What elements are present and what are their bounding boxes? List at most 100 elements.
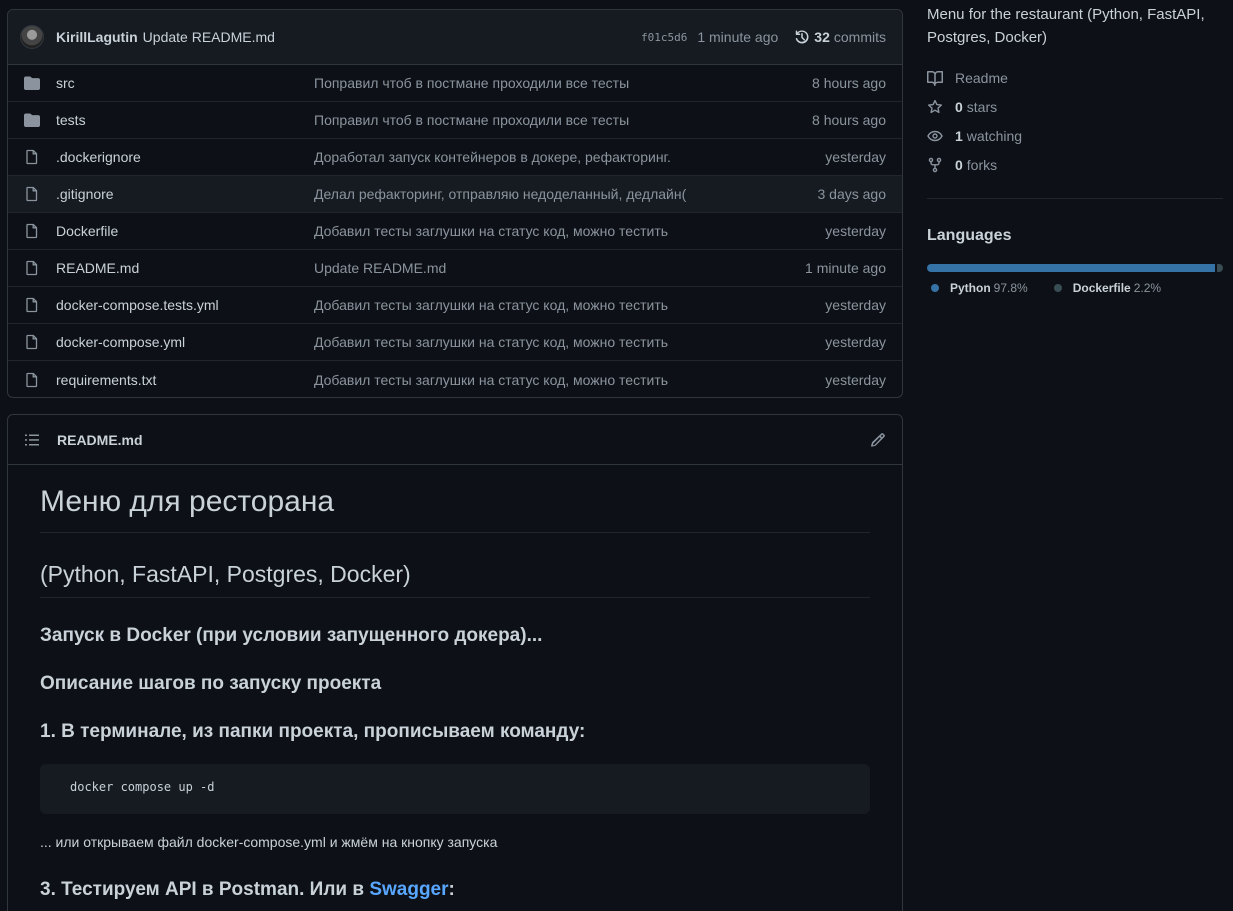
readme-heading-steps: Описание шагов по запуску проекта	[40, 673, 382, 694]
languages-title: Languages	[927, 227, 1012, 244]
readme-heading-step3: 3. Тестируем API в Postman. Или в Swagge…	[40, 878, 870, 902]
commits-history-link[interactable]: 32 commits	[794, 29, 886, 45]
file-row[interactable]: docker-compose.yml Добавил тесты заглушки…	[8, 324, 902, 361]
commit-author[interactable]: KirillLagutin	[56, 29, 138, 45]
language-name: Dockerfile	[1072, 281, 1131, 295]
file-commit-message[interactable]: Добавил тесты заглушки на статус код, мо…	[314, 372, 825, 388]
file-row[interactable]: .gitignore Делал рефакторинг, отправляю н…	[8, 176, 902, 213]
stars-label: stars	[966, 98, 998, 115]
file-name[interactable]: requirements.txt	[56, 372, 314, 388]
file-age: 1 minute ago	[805, 260, 886, 276]
file-row[interactable]: README.md Update README.md 1 minute ago	[8, 250, 902, 287]
language-item[interactable]: Python 97.8%	[927, 281, 1028, 295]
file-browser: KirillLagutin Update README.md f01c5d6 1…	[7, 9, 903, 398]
book-icon	[927, 70, 943, 86]
file-name[interactable]: .dockerignore	[56, 149, 314, 165]
file-row[interactable]: requirements.txt Добавил тесты заглушки н…	[8, 361, 902, 397]
readme-heading-step1: 1. В терминале, из папки проекта, пропис…	[40, 721, 586, 742]
file-name[interactable]: src	[56, 75, 314, 91]
file-row[interactable]: Dockerfile Добавил тесты заглушки на стат…	[8, 213, 902, 250]
folder-icon	[24, 75, 40, 91]
file-row[interactable]: docker-compose.tests.yml Добавил тесты за…	[8, 287, 902, 324]
languages-bar	[927, 264, 1223, 272]
file-age: yesterday	[825, 297, 886, 313]
about-sidebar: Menu for the restaurant (Python, FastAPI…	[927, 0, 1223, 295]
language-name: Python	[950, 281, 991, 295]
file-age: yesterday	[825, 334, 886, 350]
watching-label: watching	[966, 127, 1023, 144]
file-row[interactable]: src Поправил чтоб в постмане проходили вс…	[8, 65, 902, 102]
stars-link[interactable]: 0 stars	[927, 92, 1223, 121]
file-age: yesterday	[825, 371, 886, 388]
commit-time[interactable]: 1 minute ago	[697, 29, 778, 45]
list-icon[interactable]	[24, 432, 40, 448]
file-commit-message[interactable]: Поправил чтоб в постмане проходили все т…	[314, 112, 812, 128]
step3-text: 3. Тестируем API в Postman. Или в	[40, 879, 370, 900]
file-icon	[24, 149, 40, 165]
latest-commit-bar: KirillLagutin Update README.md f01c5d6 1…	[8, 10, 902, 65]
file-icon	[24, 372, 40, 388]
language-item[interactable]: Dockerfile 2.2%	[1050, 281, 1161, 295]
about-stats: Readme 0 stars 1 watching 0 forks	[927, 63, 1223, 179]
language-dot-icon	[1053, 284, 1062, 292]
file-age: yesterday	[825, 149, 886, 165]
file-age: 3 days ago	[817, 186, 887, 202]
folder-icon	[24, 112, 40, 128]
readme-title: Меню для ресторана	[40, 483, 870, 533]
file-icon	[24, 223, 40, 239]
file-row[interactable]: .dockerignore Доработал запуск контейнеро…	[8, 139, 902, 176]
file-commit-message[interactable]: Добавил тесты заглушки на статус код, мо…	[314, 334, 825, 350]
file-commit-message[interactable]: Делал рефакторинг, отправляю недоделанны…	[314, 186, 818, 202]
pencil-icon[interactable]	[870, 432, 886, 448]
commit-sha[interactable]: f01c5d6	[641, 31, 687, 44]
readme-subtitle: (Python, FastAPI, Postgres, Docker)	[40, 559, 870, 598]
commit-message[interactable]: Update README.md	[143, 29, 275, 45]
stars-count: 0	[955, 98, 963, 115]
language-bar-segment[interactable]	[1216, 264, 1223, 272]
readme-link[interactable]: Readme	[927, 63, 1223, 92]
author-avatar[interactable]	[20, 25, 44, 49]
file-commit-message[interactable]: Поправил чтоб в постмане проходили все т…	[314, 75, 812, 91]
readme-content: Меню для ресторана (Python, FastAPI, Pos…	[8, 465, 902, 902]
readme-box: README.md Меню для ресторана (Python, Fa…	[7, 414, 903, 911]
forks-label: forks	[966, 156, 998, 173]
readme-label: Readme	[955, 69, 1008, 86]
sidebar-divider	[927, 198, 1223, 199]
file-icon	[24, 297, 40, 313]
language-percent: 97.8%	[993, 281, 1028, 295]
file-age: 8 hours ago	[812, 112, 886, 128]
file-name[interactable]: .gitignore	[56, 186, 314, 202]
swagger-link[interactable]: Swagger	[369, 879, 448, 900]
file-name[interactable]: tests	[56, 112, 314, 128]
forks-link[interactable]: 0 forks	[927, 150, 1223, 179]
commits-label: commits	[833, 29, 886, 45]
file-name[interactable]: Dockerfile	[56, 223, 314, 239]
commit-meta: f01c5d6 1 minute ago 32 commits	[641, 29, 886, 45]
file-commit-message[interactable]: Добавил тесты заглушки на статус код, мо…	[314, 223, 825, 239]
file-commit-message[interactable]: Update README.md	[314, 260, 805, 276]
readme-heading-launch: Запуск в Docker (при условии запущенного…	[40, 625, 543, 646]
languages-list: Python 97.8% Dockerfile 2.2%	[927, 281, 1223, 295]
language-bar-segment[interactable]	[927, 264, 1215, 272]
file-commit-message[interactable]: Доработал запуск контейнеров в докере, р…	[314, 149, 825, 165]
file-name[interactable]: docker-compose.tests.yml	[56, 297, 314, 313]
fork-icon	[927, 157, 943, 173]
readme-filename[interactable]: README.md	[57, 432, 143, 448]
language-dot-icon	[931, 284, 939, 292]
history-icon	[794, 29, 810, 45]
file-commit-message[interactable]: Добавил тесты заглушки на статус код, мо…	[314, 297, 825, 313]
file-age: yesterday	[825, 223, 886, 239]
repo-page: KirillLagutin Update README.md f01c5d6 1…	[0, 0, 1233, 911]
readme-header: README.md	[8, 415, 902, 465]
file-list: src Поправил чтоб в постмане проходили вс…	[8, 65, 902, 397]
code-block: docker compose up -d	[40, 764, 870, 814]
file-name[interactable]: docker-compose.yml	[56, 334, 314, 350]
watching-count: 1	[955, 127, 963, 144]
repo-description: Menu for the restaurant (Python, FastAPI…	[927, 6, 1205, 46]
watching-link[interactable]: 1 watching	[927, 121, 1223, 150]
file-icon	[24, 334, 40, 350]
readme-paragraph: ... или открываем файл docker-compose.ym…	[40, 834, 498, 850]
file-name[interactable]: README.md	[56, 260, 314, 276]
eye-icon	[927, 128, 943, 144]
file-row[interactable]: tests Поправил чтоб в постмане проходили …	[8, 102, 902, 139]
